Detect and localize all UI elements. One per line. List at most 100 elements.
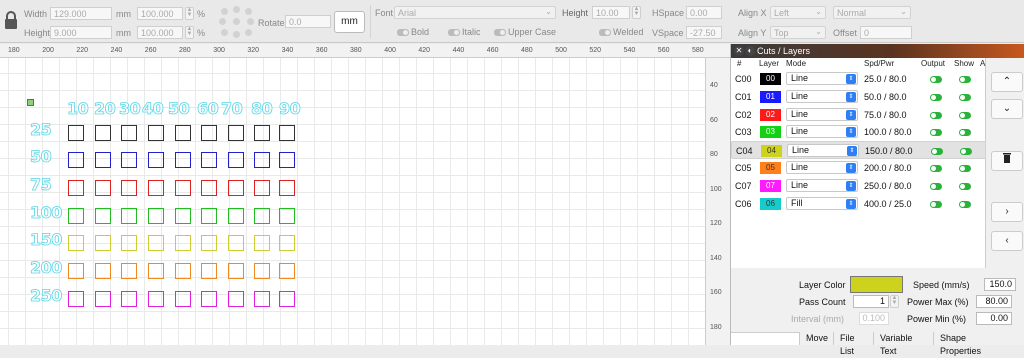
test-square[interactable] [201, 208, 217, 224]
show-toggle[interactable] [960, 148, 972, 156]
test-square[interactable] [148, 208, 164, 224]
power-max-input[interactable]: 80.00 [976, 295, 1012, 308]
rotate-input[interactable]: 0.0 [285, 15, 331, 28]
align-x-select[interactable]: Left ⌄ [770, 6, 826, 19]
bold-toggle[interactable]: Bold [397, 27, 429, 37]
test-square[interactable] [148, 291, 164, 307]
close-icon[interactable]: ✕ [734, 46, 744, 56]
output-toggle[interactable] [930, 200, 942, 208]
layer-color-swatch[interactable] [850, 276, 903, 293]
show-toggle[interactable] [959, 129, 971, 137]
test-square[interactable] [175, 152, 191, 168]
test-square[interactable] [68, 152, 84, 168]
align-y-select[interactable]: Top ⌄ [770, 26, 826, 39]
test-square[interactable] [254, 125, 270, 141]
speed-input[interactable]: 150.0 [984, 278, 1016, 291]
height-scale-stepper[interactable]: ▲ ▼ [185, 26, 194, 39]
test-square[interactable] [148, 263, 164, 279]
test-square[interactable] [175, 263, 191, 279]
test-square[interactable] [148, 125, 164, 141]
test-square[interactable] [279, 263, 295, 279]
selection-handle[interactable] [27, 99, 34, 106]
layer-mode-select[interactable]: Line ⇕ [786, 89, 858, 103]
test-square[interactable] [95, 235, 111, 251]
test-square[interactable] [148, 152, 164, 168]
workspace-canvas[interactable]: 180 200 220 240 260 280 300 320 340 360 380 400 420 4… [0, 44, 730, 345]
test-square[interactable] [279, 208, 295, 224]
test-square[interactable] [201, 235, 217, 251]
power-min-input[interactable]: 0.00 [976, 312, 1012, 325]
interval-input[interactable]: 0.100 [859, 312, 889, 325]
test-square[interactable] [201, 263, 217, 279]
width-scale-input[interactable]: 100.000 [137, 7, 183, 20]
output-toggle[interactable] [930, 76, 942, 83]
layer-mode-select[interactable]: Line ⇕ [786, 161, 858, 174]
output-toggle[interactable] [930, 182, 942, 190]
anchor-grid[interactable] [219, 6, 255, 38]
font-height-stepper[interactable]: ▲ ▼ [632, 6, 641, 19]
upper-case-toggle[interactable]: Upper Case [494, 27, 556, 37]
width-scale-stepper[interactable]: ▲ ▼ [185, 7, 194, 20]
test-square[interactable] [95, 208, 111, 224]
layer-row[interactable]: C01 01 Line ⇕ 50.0 / 80.0 [731, 88, 986, 106]
output-toggle[interactable] [931, 148, 943, 156]
show-toggle[interactable] [959, 93, 971, 101]
test-square[interactable] [228, 291, 244, 307]
move-down-button[interactable]: ⌄ [991, 99, 1023, 119]
test-square[interactable] [254, 208, 270, 224]
test-square[interactable] [254, 291, 270, 307]
test-square[interactable] [279, 180, 295, 196]
output-toggle[interactable] [930, 93, 942, 101]
layer-row[interactable]: C07 07 Line ⇕ 250.0 / 80.0 [731, 177, 986, 195]
vspace-input[interactable]: -27.50 [686, 26, 722, 39]
layer-mode-select[interactable]: Line ⇕ [786, 178, 858, 192]
font-height-input[interactable]: 10.00 [592, 6, 630, 19]
font-select[interactable]: Arial ⌄ [394, 6, 556, 19]
test-square[interactable] [254, 235, 270, 251]
layer-row[interactable]: C05 05 Line ⇕ 200.0 / 80.0 [731, 159, 986, 177]
test-square[interactable] [228, 263, 244, 279]
lock-icon[interactable] [4, 10, 18, 30]
height-input[interactable]: 9.000 [50, 26, 112, 39]
output-toggle[interactable] [930, 165, 942, 172]
test-square[interactable] [279, 152, 295, 168]
pass-count-input[interactable]: 1 [853, 295, 889, 308]
tab-variable-text[interactable]: Variable Text [873, 332, 933, 356]
test-square[interactable] [121, 291, 137, 307]
layer-row[interactable]: C03 03 Line ⇕ 100.0 / 80.0 [731, 123, 986, 141]
test-square[interactable] [175, 291, 191, 307]
test-square[interactable] [228, 235, 244, 251]
test-square[interactable] [148, 235, 164, 251]
layer-row[interactable]: C00 00 Line ⇕ 25.0 / 80.0 [731, 70, 986, 88]
test-square[interactable] [228, 208, 244, 224]
test-square[interactable] [95, 291, 111, 307]
test-square[interactable] [279, 125, 295, 141]
test-square[interactable] [121, 125, 137, 141]
test-square[interactable] [68, 291, 84, 307]
show-toggle[interactable] [959, 165, 971, 172]
layer-mode-select[interactable]: Line ⇕ [786, 72, 858, 85]
layer-mode-select[interactable]: Line ⇕ [786, 125, 858, 139]
welded-toggle[interactable]: Welded [599, 27, 643, 37]
restore-icon[interactable]: ◐ [745, 46, 755, 56]
test-square[interactable] [175, 208, 191, 224]
layer-mode-select[interactable]: Line ⇕ [787, 144, 859, 158]
move-up-button[interactable]: ⌃ [991, 72, 1023, 92]
output-toggle[interactable] [930, 111, 942, 119]
test-square[interactable] [68, 180, 84, 196]
test-square[interactable] [68, 235, 84, 251]
test-square[interactable] [95, 180, 111, 196]
test-square[interactable] [95, 152, 111, 168]
test-square[interactable] [279, 235, 295, 251]
output-toggle[interactable] [930, 129, 942, 137]
width-input[interactable]: 129.000 [50, 7, 112, 20]
test-square[interactable] [228, 180, 244, 196]
tab-shape-properties[interactable]: Shape Properties [933, 332, 999, 356]
test-square[interactable] [95, 263, 111, 279]
show-toggle[interactable] [959, 111, 971, 119]
test-square[interactable] [254, 152, 270, 168]
test-square[interactable] [121, 235, 137, 251]
tab-move[interactable]: Move [799, 332, 833, 345]
test-square[interactable] [121, 263, 137, 279]
layer-mode-select[interactable]: Fill ⇕ [786, 196, 858, 210]
